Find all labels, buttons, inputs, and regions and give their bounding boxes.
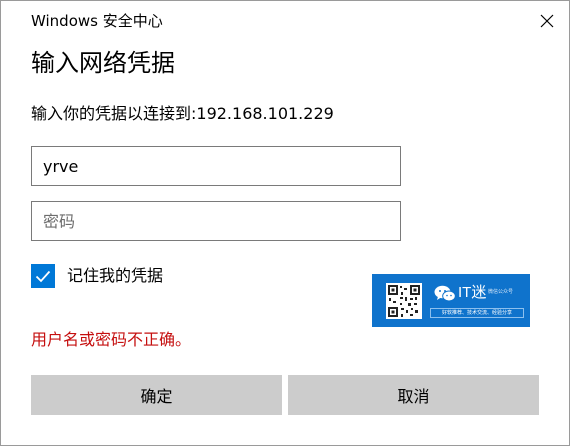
checkmark-icon [35, 270, 51, 283]
watermark-logo: IT迷 微信公众号 好软推荐、技术交流、经验分享 [372, 274, 530, 327]
watermark-tag: 微信公众号 [488, 289, 514, 295]
close-button[interactable] [531, 5, 563, 37]
ok-button[interactable]: 确定 [31, 375, 282, 415]
window-title: Windows 安全中心 [31, 12, 163, 30]
dialog-heading: 输入网络凭据 [31, 49, 175, 77]
watermark-name: IT迷 [458, 284, 487, 301]
title-bar[interactable]: Windows 安全中心 [1, 1, 569, 41]
error-message: 用户名或密码不正确。 [31, 330, 192, 349]
cancel-button[interactable]: 取消 [288, 375, 539, 415]
close-icon [540, 14, 554, 28]
connection-prompt: 输入你的凭据以连接到:192.168.101.229 [31, 104, 334, 123]
qr-code-icon [386, 283, 422, 319]
wechat-icon [434, 285, 456, 302]
remember-checkbox[interactable] [31, 264, 55, 288]
credential-dialog: Windows 安全中心 输入网络凭据 输入你的凭据以连接到:192.168.1… [0, 0, 570, 446]
password-input[interactable] [31, 201, 401, 241]
remember-label: 记住我的凭据 [67, 266, 164, 285]
remember-credentials[interactable]: 记住我的凭据 [31, 263, 163, 289]
username-input[interactable] [31, 146, 401, 186]
watermark-slogan: 好软推荐、技术交流、经验分享 [430, 308, 524, 318]
